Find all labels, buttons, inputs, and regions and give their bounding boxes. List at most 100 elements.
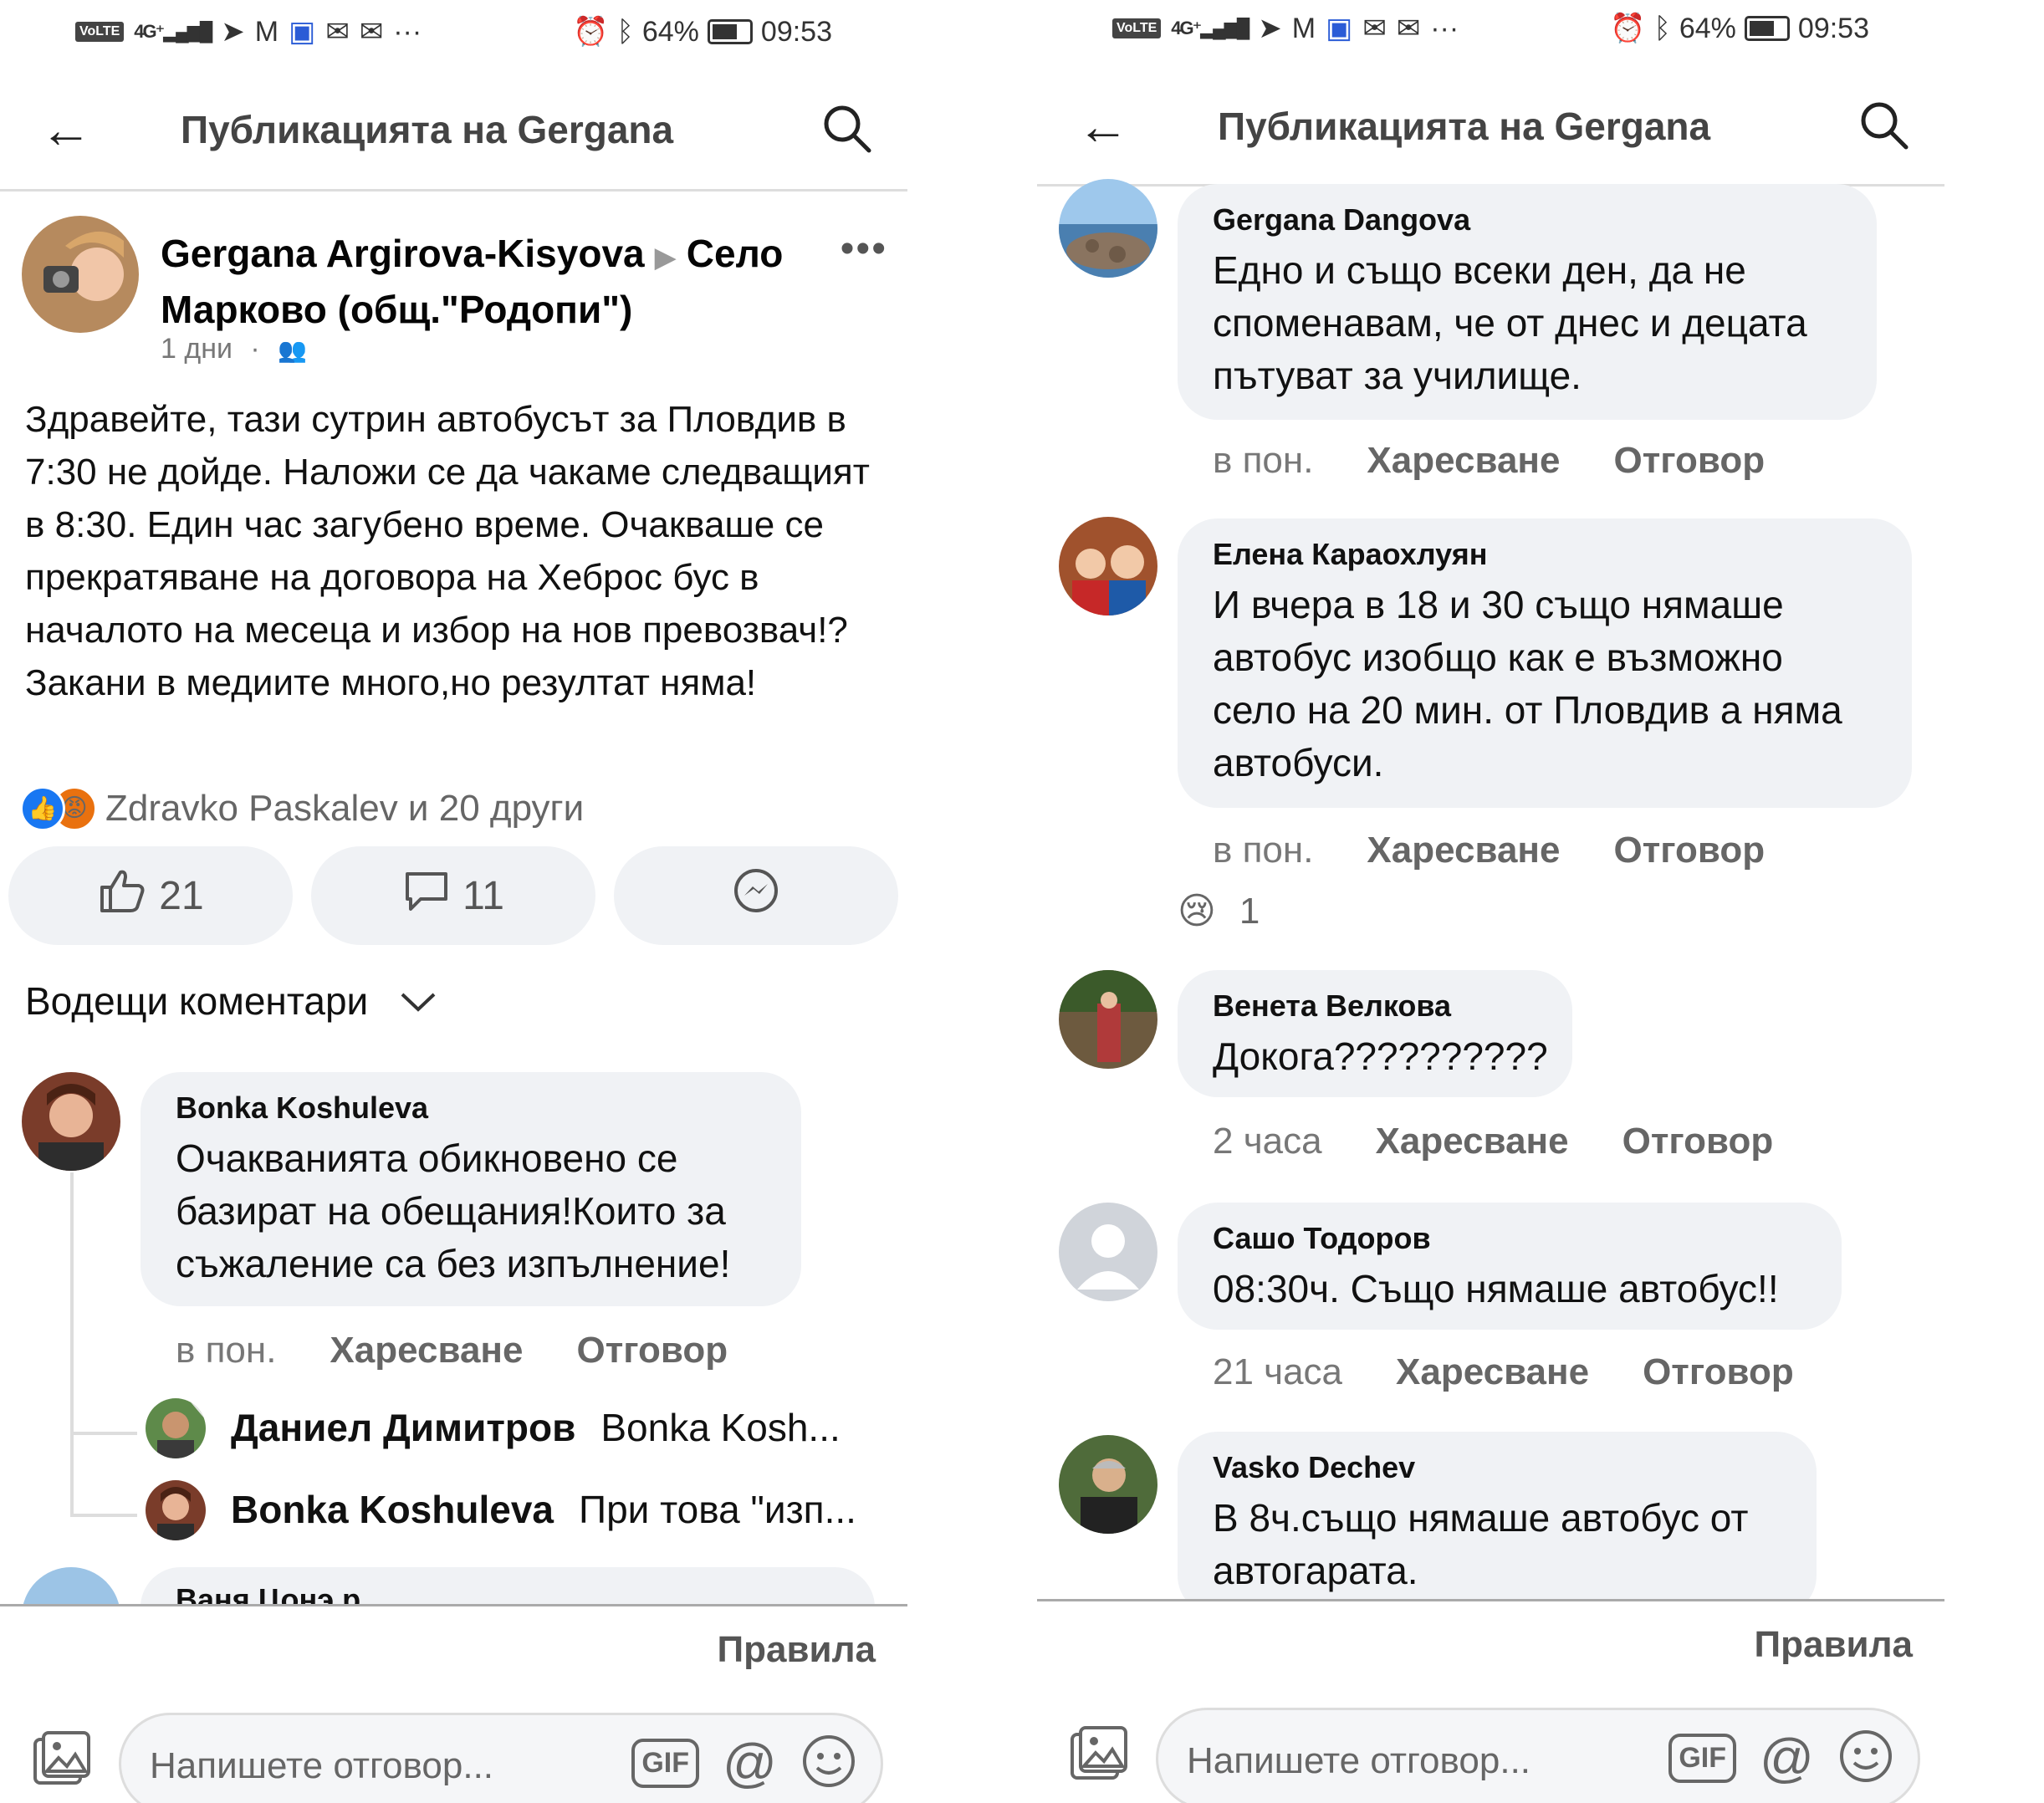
comment-time: в пон. (1213, 440, 1314, 481)
reply-placeholder: Напишете отговор... (1187, 1740, 1531, 1781)
header: ← Публикацията на Gergana (0, 84, 907, 192)
reply-button[interactable]: Отговор (1613, 440, 1765, 481)
signal-icon: 4G⁺▂▄▆█ (1171, 18, 1249, 38)
reply-preview[interactable]: Bonka Koshuleva При това "изп... (231, 1487, 856, 1532)
like-comment-button[interactable]: Харесване (1396, 1351, 1589, 1392)
reply-preview[interactable]: Даниел Димитров Bonka Kosh... (231, 1405, 841, 1450)
reply-input[interactable]: Напишете отговор... GIF @ (1156, 1708, 1920, 1803)
more-notifications-icon: ··· (393, 15, 422, 48)
commenter-avatar[interactable] (1059, 179, 1157, 278)
emoji-icon[interactable] (1837, 1728, 1894, 1789)
sad-reaction-icon: 😢 (1178, 891, 1216, 932)
mention-icon[interactable]: @ (723, 1732, 777, 1794)
reply-avatar[interactable] (146, 1398, 206, 1458)
reply-input[interactable]: Напишете отговор... GIF @ (119, 1713, 883, 1803)
comment-author[interactable]: Vasko Dechev (1213, 1450, 1781, 1485)
comment-reactions[interactable]: 😢 1 (1178, 890, 1260, 932)
photo-icon[interactable] (32, 1729, 92, 1792)
comment-author[interactable]: Елена Караохлуян (1213, 537, 1877, 572)
like-reaction-icon: 👍 (20, 786, 65, 831)
comment-button[interactable]: 11 (311, 846, 595, 945)
comment-bubble[interactable]: Gergana Dangova Едно и също всеки ден, д… (1178, 184, 1877, 420)
page-title: Публикацията на Gergana (181, 108, 674, 151)
clock: 09:53 (760, 15, 832, 48)
mail-icon: ✉ (359, 16, 384, 48)
bluetooth-icon: ᛒ (1653, 12, 1671, 44)
post-time[interactable]: 1 дни (161, 333, 233, 365)
thumbs-up-icon (97, 867, 147, 924)
more-notifications-icon: ··· (1430, 12, 1459, 44)
reply-text: Bonka Kosh... (600, 1406, 841, 1449)
header: ← Публикацията на Gergana (1037, 80, 1944, 189)
mention-icon[interactable]: @ (1760, 1727, 1814, 1789)
back-arrow-icon[interactable]: ← (1077, 101, 1129, 153)
messenger-share-button[interactable] (614, 846, 898, 945)
gmail-icon: M (1291, 12, 1316, 44)
emoji-icon[interactable] (800, 1733, 857, 1794)
like-comment-button[interactable]: Харесване (330, 1330, 523, 1371)
photo-icon[interactable] (1069, 1724, 1129, 1787)
reply-avatar[interactable] (146, 1480, 206, 1540)
more-options-icon[interactable]: ••• (841, 226, 887, 272)
gif-icon[interactable]: GIF (631, 1738, 700, 1788)
comment-author[interactable]: Венета Велкова (1213, 988, 1537, 1024)
reply-button[interactable]: Отговор (1643, 1351, 1794, 1392)
gif-icon[interactable]: GIF (1668, 1733, 1737, 1783)
sort-comments-dropdown[interactable]: Водещи коментари (25, 978, 437, 1024)
reply-button[interactable]: Отговор (576, 1330, 728, 1371)
comment-actions: 21 часа Харесване Отговор (1213, 1351, 1794, 1393)
left-screen: VoLTE 4G⁺▂▄▆█ ➤ M ▣ ✉ ✉ ··· ⏰ ᛒ 64% 09:5… (0, 0, 907, 1803)
thread-line (70, 1514, 137, 1517)
chevron-down-icon (379, 979, 437, 1023)
rules-link[interactable]: Правила (1755, 1624, 1914, 1666)
search-icon[interactable] (1857, 99, 1911, 156)
rules-link[interactable]: Правила (718, 1629, 876, 1671)
commenter-avatar[interactable] (22, 1072, 120, 1171)
comment-count: 11 (462, 873, 504, 918)
comment-time: в пон. (1213, 830, 1314, 871)
battery-percent: 64% (641, 15, 699, 48)
like-button[interactable]: 21 (8, 846, 293, 945)
comment-time: 2 часа (1213, 1121, 1322, 1162)
like-comment-button[interactable]: Харесване (1376, 1121, 1569, 1162)
header-divider (0, 189, 907, 192)
clock: 09:53 (1797, 12, 1869, 44)
comment-text: Докога?????????? (1213, 1034, 1548, 1078)
thread-line (70, 1172, 74, 1517)
author-name[interactable]: Gergana Argirova-Kisyova (161, 232, 645, 275)
comment-icon (402, 867, 451, 924)
comment-bubble[interactable]: Vasko Dechev В 8ч.също нямаше автобус от… (1178, 1432, 1817, 1616)
comment-bubble[interactable]: Bonka Koshuleva Очакванията обикновено с… (141, 1072, 801, 1306)
commenter-avatar[interactable] (1059, 517, 1157, 615)
reactions-summary[interactable]: 👍 😡 Zdravko Paskalev и 20 други (20, 786, 584, 831)
post-author[interactable]: Gergana Argirova-Kisyova ▶ Село Марково (о… (161, 227, 796, 335)
like-comment-button[interactable]: Харесване (1367, 830, 1560, 871)
comment-actions: в пон. Харесване Отговор (1213, 830, 1765, 871)
comment-bubble[interactable]: Венета Велкова Докога?????????? (1178, 970, 1572, 1097)
mail-icon: ✉ (1396, 13, 1421, 44)
signal-icon: 4G⁺▂▄▆█ (134, 21, 212, 42)
comment-author[interactable]: Gergana Dangova (1213, 202, 1842, 238)
search-icon[interactable] (820, 102, 874, 160)
comment-actions: в пон. Харесване Отговор (1213, 440, 1765, 482)
volte-indicator: VoLTE (75, 22, 125, 42)
commenter-avatar[interactable] (1059, 1435, 1157, 1534)
comment-bubble[interactable]: Сашо Тодоров 08:30ч. Също нямаше автобус… (1178, 1203, 1842, 1330)
default-avatar[interactable] (1059, 1203, 1157, 1301)
commenter-avatar[interactable] (1059, 970, 1157, 1069)
comment-bubble[interactable]: Елена Караохлуян И вчера в 18 и 30 също … (1178, 518, 1912, 808)
reply-button[interactable]: Отговор (1622, 1121, 1774, 1162)
audience-group-icon: 👥 (278, 337, 308, 363)
mail-icon: ✉ (325, 16, 350, 48)
page-title: Публикацията на Gergana (1218, 105, 1711, 148)
reply-button[interactable]: Отговор (1613, 830, 1765, 871)
thread-line (70, 1432, 137, 1435)
comment-author[interactable]: Bonka Koshuleva (176, 1090, 766, 1126)
right-screen: VoLTE 4G⁺▂▄▆█ ➤ M ▣ ✉ ✉ ··· ⏰ ᛒ 64% 09:5… (1037, 0, 1944, 1803)
back-arrow-icon[interactable]: ← (40, 105, 92, 156)
comment-author[interactable]: Сашо Тодоров (1213, 1221, 1806, 1256)
comment-text: И вчера в 18 и 30 също нямаше автобус из… (1213, 583, 1842, 784)
author-avatar[interactable] (22, 216, 139, 333)
like-comment-button[interactable]: Харесване (1367, 440, 1560, 481)
bluetooth-icon: ᛒ (616, 15, 634, 48)
